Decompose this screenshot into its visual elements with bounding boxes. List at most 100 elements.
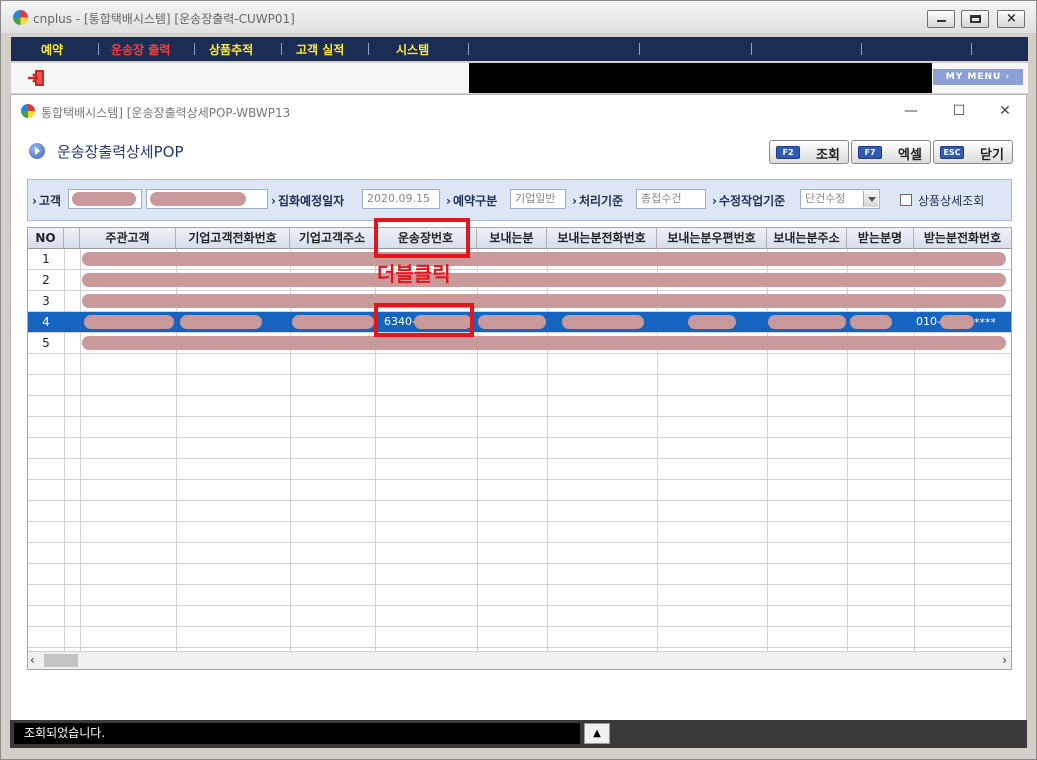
scroll-left-icon[interactable]: ‹ — [30, 653, 35, 667]
waybill-grid: NO 주관고객 기업고객전화번호 기업고객주소 운송장번호 보내는분 보내는분전… — [27, 227, 1012, 670]
app-logo-icon — [13, 10, 28, 25]
column-header-sender[interactable]: 보내는분 — [477, 228, 547, 249]
detail-popup-window: 통합택배시스템] [운송장출력상세POP-WBWP13 — ☐ ✕ 운송장출력상… — [10, 94, 1027, 748]
horizontal-scrollbar[interactable]: ‹ › — [28, 651, 1011, 669]
menu-separator — [971, 43, 972, 55]
row-number: 1 — [42, 252, 50, 266]
chevron-down-icon[interactable] — [863, 191, 878, 207]
receiver-phone-mask: **** — [974, 316, 996, 329]
table-row[interactable]: 2 — [28, 270, 1011, 291]
redacted-row-data — [82, 273, 1006, 287]
table-row-selected[interactable]: 4 6340- 010- **** — [28, 312, 1011, 333]
empty-row — [28, 564, 1011, 585]
column-header-sender-phone[interactable]: 보내는분전화번호 — [547, 228, 657, 249]
redacted-row-data — [82, 294, 1006, 308]
customer-name-input[interactable] — [146, 189, 268, 209]
column-header-main-customer[interactable]: 주관고객 — [80, 228, 176, 249]
page-title: 운송장출력상세POP — [57, 143, 184, 161]
edit-basis-label: 수정작업기준 — [712, 192, 785, 209]
popup-close-button[interactable]: ✕ — [985, 99, 1025, 123]
minimize-icon — [937, 20, 946, 22]
menu-item-waybill-print[interactable]: 운송장 출력 — [111, 41, 170, 58]
edit-basis-select[interactable]: 단건수정 — [800, 189, 880, 209]
column-header-no[interactable]: NO — [28, 228, 64, 249]
excel-button[interactable]: F7 엑셀 — [851, 140, 931, 164]
column-header-receiver-phone[interactable]: 받는분전화번호 — [914, 228, 1011, 249]
redacted-value — [768, 315, 846, 329]
column-header-sender-zip[interactable]: 보내는분우편번호 — [657, 228, 767, 249]
main-toolbar: MY MENU › — [11, 63, 1028, 93]
column-header-receiver-name[interactable]: 받는분명 — [847, 228, 914, 249]
scroll-right-icon[interactable]: › — [1002, 653, 1007, 667]
maximize-button[interactable] — [961, 10, 989, 28]
empty-row — [28, 417, 1011, 438]
main-menubar: 예약 운송장 출력 상품추적 고객 실적 시스템 — [11, 37, 1028, 61]
row-number: 2 — [42, 273, 50, 287]
f7-key-icon: F7 — [858, 146, 882, 159]
menu-item-customer-results[interactable]: 고객 실적 — [296, 41, 344, 58]
empty-row — [28, 480, 1011, 501]
customer-label: 고객 — [32, 192, 61, 209]
empty-row — [28, 606, 1011, 627]
search-button[interactable]: F2 조회 — [769, 140, 849, 164]
popup-minimize-button[interactable]: — — [891, 99, 931, 123]
menu-separator — [639, 43, 640, 55]
menu-separator — [281, 43, 282, 55]
exit-icon[interactable] — [27, 69, 45, 87]
popup-titlebar: 통합택배시스템] [운송장출력상세POP-WBWP13 — ☐ ✕ — [11, 95, 1026, 127]
menu-item-tracking[interactable]: 상품추적 — [209, 41, 253, 58]
status-bar: 조회되었습니다. ▲ — [10, 720, 1027, 748]
row-number: 4 — [42, 315, 50, 329]
menu-item-system[interactable]: 시스템 — [396, 41, 429, 58]
empty-row — [28, 522, 1011, 543]
product-detail-checkbox[interactable] — [900, 194, 912, 206]
empty-row — [28, 627, 1011, 648]
popup-maximize-button[interactable]: ☐ — [939, 99, 979, 123]
empty-row — [28, 543, 1011, 564]
empty-row — [28, 459, 1011, 480]
menu-separator — [194, 43, 195, 55]
table-row[interactable]: 1 — [28, 249, 1011, 270]
row-number: 5 — [42, 336, 50, 350]
menu-separator — [468, 43, 469, 55]
popup-window-title: 통합택배시스템] [운송장출력상세POP-WBWP13 — [41, 106, 291, 120]
pickup-date-label: 집화예정일자 — [271, 192, 344, 209]
redacted-value — [150, 192, 246, 206]
search-filter-panel: 고객 집화예정일자 2020.09.15 예약구분 기업일반 처리기준 총접수건… — [27, 179, 1012, 221]
f2-key-icon: F2 — [776, 146, 800, 159]
column-header-check[interactable] — [64, 228, 80, 249]
scrollbar-thumb[interactable] — [44, 654, 78, 667]
process-basis-input[interactable]: 총접수건 — [636, 189, 706, 209]
table-row[interactable]: 3 — [28, 291, 1011, 312]
menu-separator — [861, 43, 862, 55]
redacted-value — [688, 315, 736, 329]
my-menu-button[interactable]: MY MENU › — [933, 69, 1023, 85]
close-button[interactable]: × — [997, 10, 1025, 28]
close-popup-button[interactable]: ESC 닫기 — [933, 140, 1013, 164]
pickup-date-input[interactable]: 2020.09.15 — [362, 189, 440, 209]
column-header-corp-phone[interactable]: 기업고객전화번호 — [176, 228, 290, 249]
empty-row — [28, 585, 1011, 606]
customer-code-input[interactable] — [68, 189, 142, 209]
redacted-value — [478, 315, 546, 329]
column-header-corp-address[interactable]: 기업고객주소 — [290, 228, 375, 249]
redacted-value — [562, 315, 644, 329]
close-icon: × — [1006, 11, 1017, 26]
receiver-phone-cell: 010- — [916, 315, 941, 328]
status-expand-button[interactable]: ▲ — [584, 723, 610, 744]
table-row[interactable]: 5 — [28, 333, 1011, 354]
menu-item-reservation[interactable]: 예약 — [41, 41, 63, 58]
reservation-type-input[interactable]: 기업일반 — [510, 189, 566, 209]
empty-row — [28, 375, 1011, 396]
empty-row — [28, 438, 1011, 459]
redacted-value — [850, 315, 892, 329]
column-header-sender-address[interactable]: 보내는분주소 — [767, 228, 847, 249]
title-bullet-icon — [29, 143, 45, 159]
edit-basis-selected: 단건수정 — [805, 192, 846, 205]
empty-row — [28, 501, 1011, 522]
redacted-value — [72, 192, 136, 206]
menu-separator — [98, 43, 99, 55]
menu-separator — [368, 43, 369, 55]
minimize-button[interactable] — [927, 10, 955, 28]
reservation-type-label: 예약구분 — [446, 192, 497, 209]
